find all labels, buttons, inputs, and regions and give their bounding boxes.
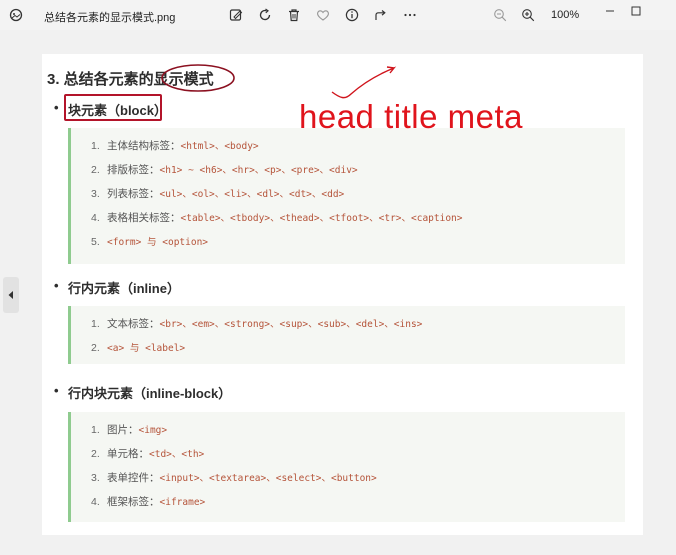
- previous-image-button[interactable]: [3, 277, 19, 313]
- favorite-button[interactable]: [313, 6, 333, 24]
- photos-app-icon: [9, 8, 23, 22]
- zoom-level[interactable]: 100%: [551, 9, 579, 21]
- ink-strokes: [161, 64, 397, 99]
- file-name: 总结各元素的显示模式.png: [44, 12, 176, 24]
- share-button[interactable]: [371, 6, 391, 24]
- zoom-in-icon: [522, 9, 535, 22]
- share-icon: [375, 10, 386, 20]
- favorite-icon: [317, 10, 329, 21]
- zoom-in-button[interactable]: [518, 6, 538, 24]
- more-options-button[interactable]: [400, 6, 420, 24]
- delete-button[interactable]: [284, 6, 304, 24]
- minimize-icon: [606, 10, 614, 12]
- delete-icon: [289, 9, 299, 22]
- ink-circle: [161, 64, 235, 92]
- info-icon: [345, 8, 359, 22]
- ink-check-stroke: [331, 66, 397, 99]
- rotate-button[interactable]: [255, 6, 275, 24]
- document-image: 3. 总结各元素的显示模式 块元素（block） 1.主体结构标签：<html>…: [42, 54, 643, 535]
- title-bar: 总结各元素的显示模式.png 100%: [0, 0, 676, 30]
- rotate-icon: [259, 8, 271, 21]
- file-info-button[interactable]: [342, 6, 362, 24]
- maximize-button[interactable]: [625, 2, 647, 20]
- zoom-out-icon: [494, 9, 507, 22]
- zoom-out-button[interactable]: [490, 6, 510, 24]
- minimize-button[interactable]: [599, 2, 621, 20]
- edit-image-icon: [229, 9, 243, 21]
- chevron-left-icon: [8, 291, 13, 299]
- edit-image-button[interactable]: [226, 6, 246, 24]
- maximize-icon: [631, 6, 641, 16]
- more-icon: [404, 13, 416, 17]
